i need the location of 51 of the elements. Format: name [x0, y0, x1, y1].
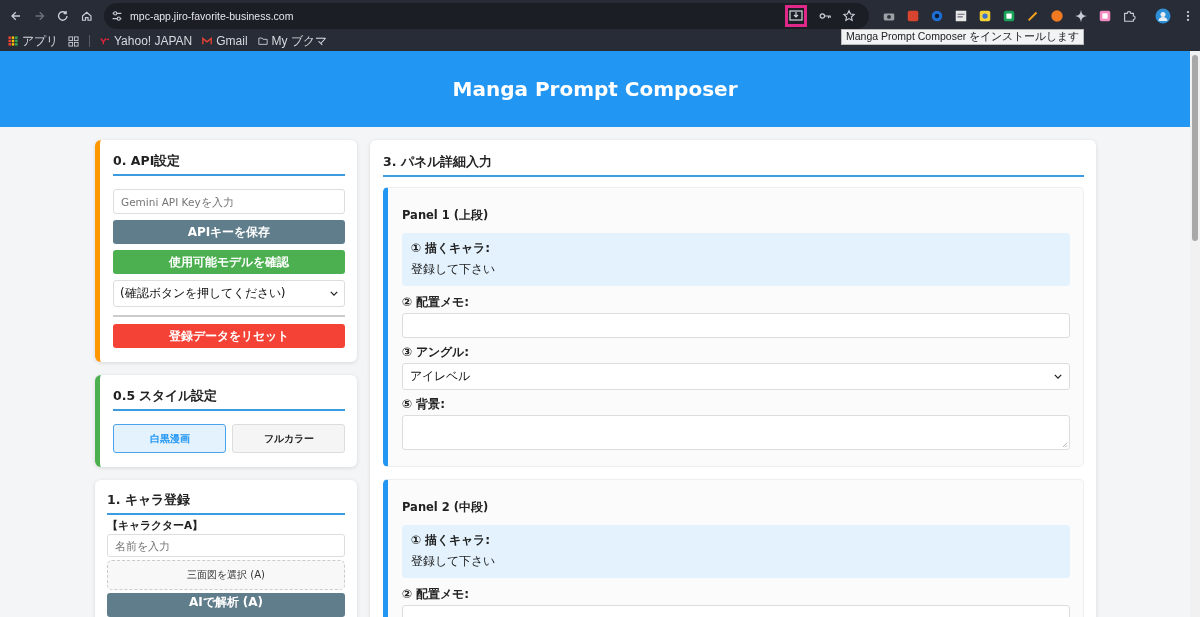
grid-icon[interactable] — [68, 35, 79, 47]
bookmark-item[interactable]: アプリ — [8, 32, 58, 50]
reload-icon[interactable] — [56, 8, 70, 23]
input-field[interactable]: 名前を入力 — [107, 534, 345, 557]
action-button[interactable]: AIで解析 (A) — [107, 593, 345, 617]
field-label: ⑤ 背景: — [402, 396, 447, 413]
character-value: 登録して下さい — [411, 554, 496, 569]
file-dropzone[interactable]: 三面図を選択 (A) — [107, 560, 345, 590]
extension-icon[interactable] — [1098, 8, 1112, 23]
tooltip: Manga Prompt Composer をインストールします — [841, 29, 1085, 45]
style-option[interactable]: フルカラー — [232, 424, 345, 453]
star-icon[interactable] — [842, 8, 856, 23]
bookmark-item[interactable]: Gmail — [202, 34, 248, 48]
input-field[interactable]: Gemini API Keyを入力 — [113, 189, 345, 214]
card-title: 0. API設定 — [113, 153, 345, 176]
url-text: mpc-app.jiro-favorite-business.com — [130, 9, 294, 22]
bookmark-item[interactable]: My ブクマ — [257, 32, 327, 50]
action-button[interactable]: APIキーを保存 — [113, 220, 345, 244]
bookmark-item[interactable]: Yahoo! JAPAN — [100, 34, 193, 48]
model-select[interactable]: (確認ボタンを押してください) — [113, 280, 345, 307]
y-logo-icon — [100, 36, 110, 46]
apps-icon — [8, 36, 18, 46]
extension-icon[interactable] — [978, 8, 992, 23]
card-title: 0.5 スタイル設定 — [113, 388, 345, 411]
resize-grip-icon[interactable] — [1061, 441, 1068, 448]
field-label: ② 配置メモ: — [402, 294, 471, 311]
field-label: ③ アングル: — [402, 344, 471, 361]
card-title: 1. キャラ登録 — [107, 492, 345, 515]
mail-m-icon — [202, 36, 213, 46]
section-title: 3. パネル詳細入力 — [383, 154, 1084, 177]
extension-icon[interactable] — [954, 8, 968, 23]
field-label: ② 配置メモ: — [402, 586, 471, 603]
chevron-down-icon — [330, 291, 338, 296]
input-field[interactable] — [402, 313, 1070, 338]
action-button[interactable]: 登録データをリセット — [113, 324, 345, 348]
angle-select[interactable]: アイレベル — [402, 363, 1070, 390]
extension-icon[interactable] — [1002, 8, 1016, 23]
scrollbar[interactable] — [1190, 51, 1200, 617]
install-icon[interactable] — [785, 4, 807, 27]
character-value: 登録して下さい — [411, 262, 496, 277]
app-title: Manga Prompt Composer — [452, 77, 738, 101]
panel-title: Panel 1 (上段) — [402, 208, 490, 223]
field-label: ① 描くキャラ: — [411, 240, 492, 257]
panel-title: Panel 2 (中段) — [402, 500, 490, 515]
chevron-down-icon — [1054, 374, 1062, 379]
avatar-icon[interactable] — [1155, 7, 1171, 24]
address-bar[interactable]: mpc-app.jiro-favorite-business.com — [104, 2, 869, 29]
field-label: ① 描くキャラ: — [411, 532, 492, 549]
character-label: 【キャラクターA】 — [107, 519, 205, 533]
puzzle-icon[interactable] — [1122, 8, 1136, 23]
folder-icon — [257, 36, 268, 46]
